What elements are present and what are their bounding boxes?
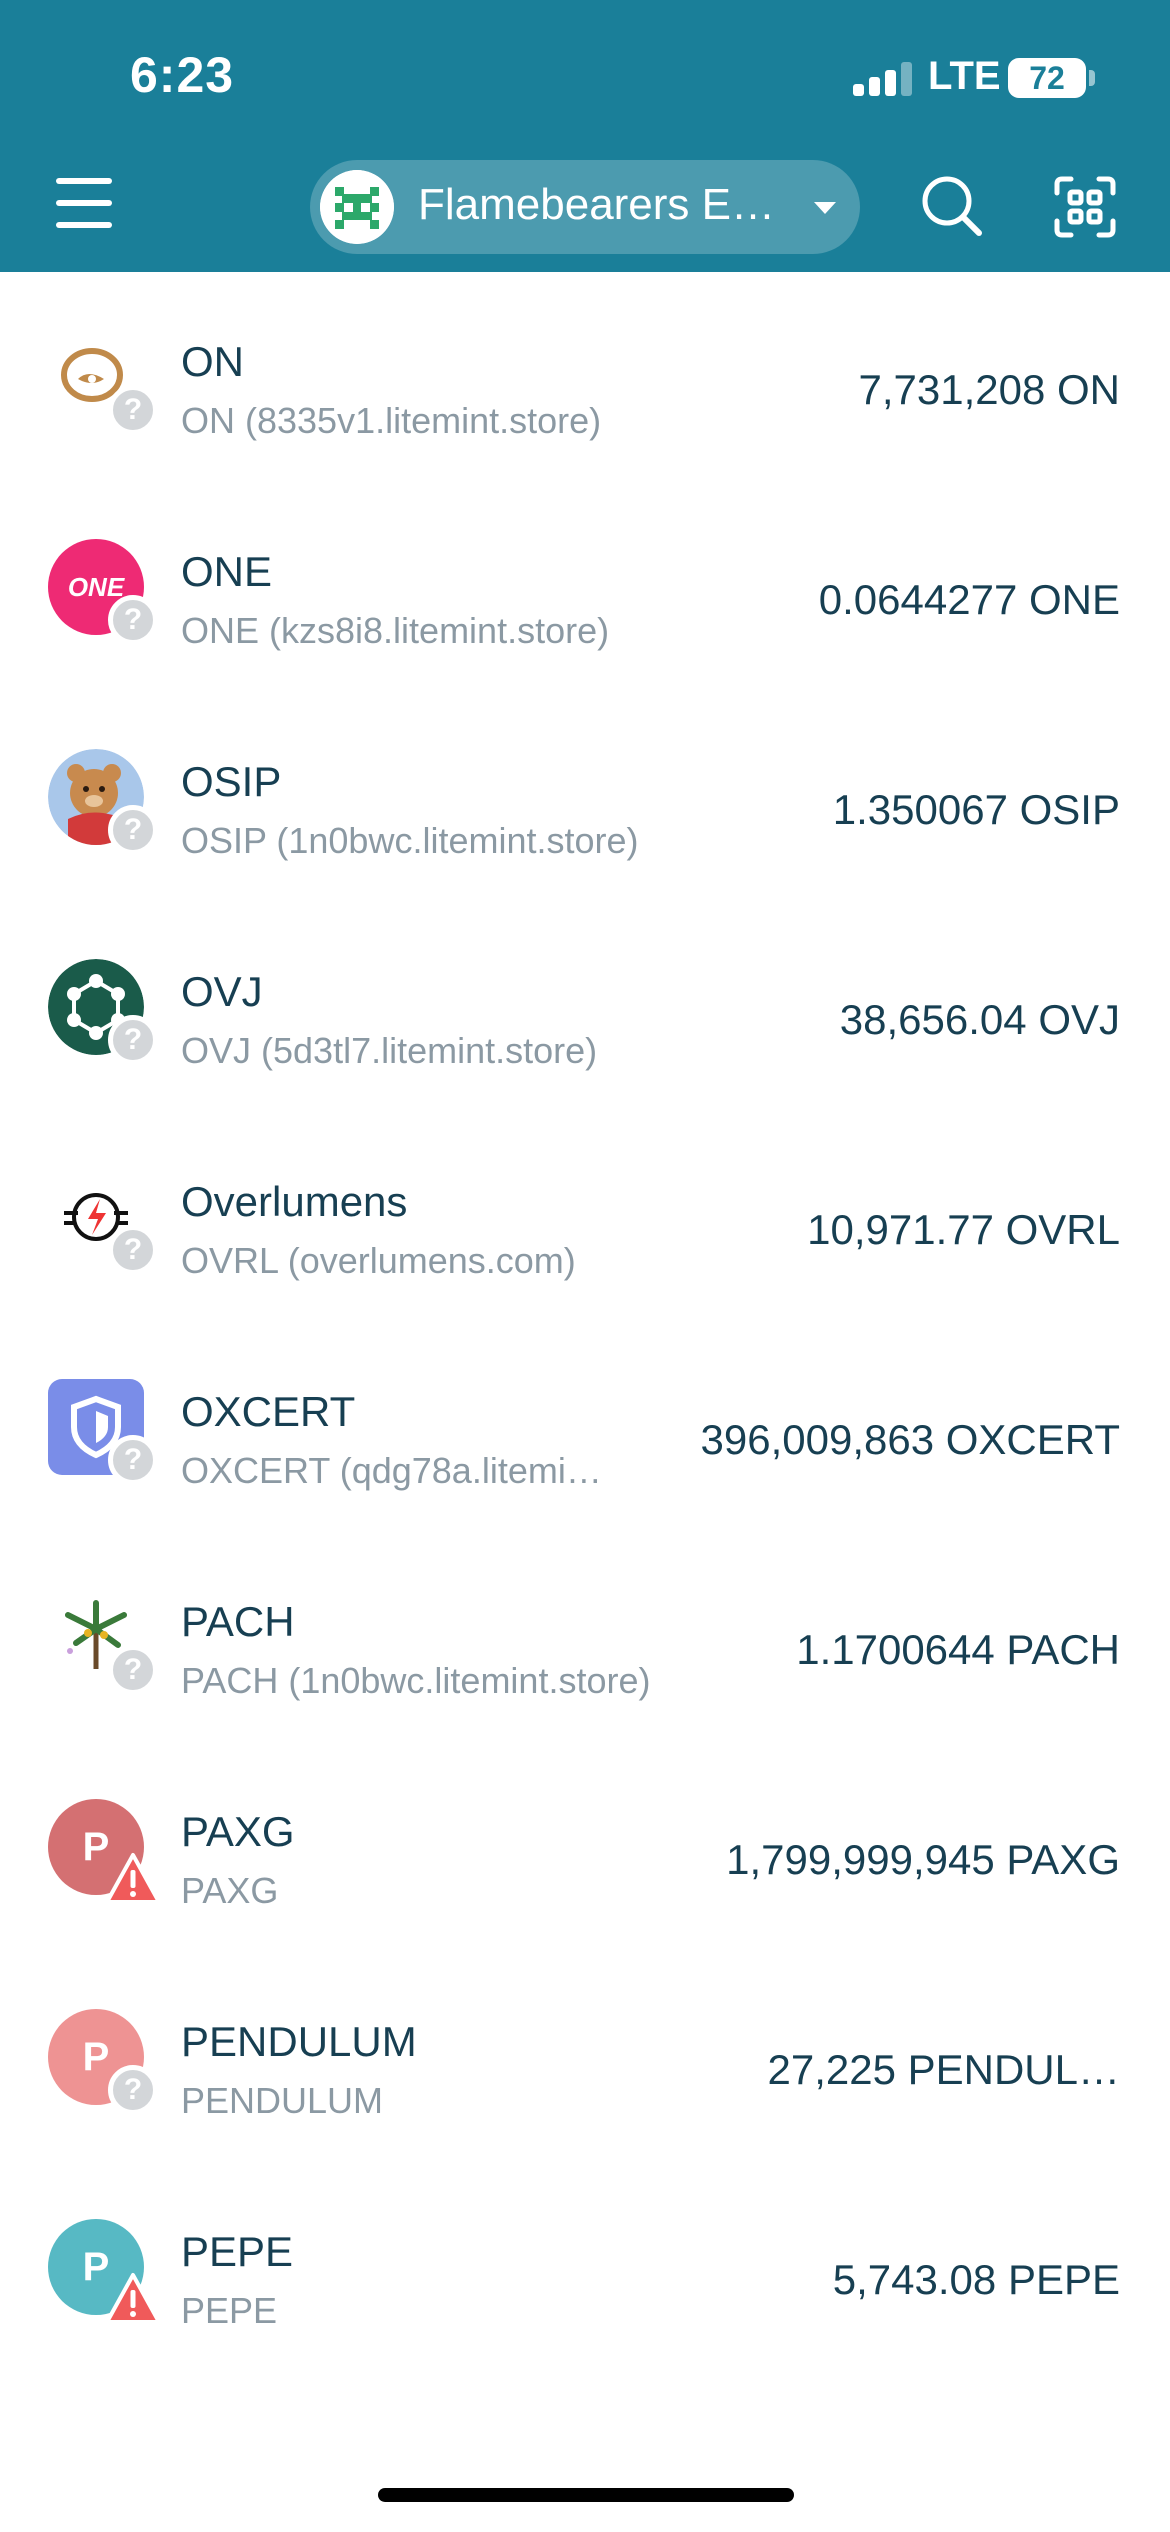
token-balance: 0.0644277 ONE [818,576,1120,623]
token-balance: 5,743.08 PEPE [832,2256,1120,2303]
cellular-signal-icon [853,62,913,96]
account-name: Flamebearers E… [418,180,776,229]
warning-icon [105,1853,161,1904]
token-row[interactable]: P PAXG PAXG 1,799,999,945 PAXG [0,1742,1170,1952]
unknown-asset-icon: ? [108,1225,158,1275]
unknown-asset-icon: ? [108,2065,158,2115]
token-name: ON [181,338,244,385]
unknown-asset-icon: ? [108,1015,158,1065]
token-issuer: OXCERT (qdg78a.litemi… [181,1450,602,1491]
token-name: PAXG [181,1808,295,1855]
token-issuer: ONE (kzs8i8.litemint.store) [181,610,610,651]
battery-icon [1089,70,1095,86]
qr-scan-icon[interactable] [1054,176,1116,238]
account-avatar [320,170,394,244]
app-header: 6:23 LTE 72 Flamebearers E… [0,0,1170,272]
token-balance: 1,799,999,945 PAXG [726,1836,1120,1883]
unknown-asset-icon: ? [108,595,158,645]
token-row[interactable]: ? OXCERT OXCERT (qdg78a.litemi… 396,009,… [0,1322,1170,1532]
token-balance: 7,731,208 ON [858,366,1120,413]
token-name: OVJ [181,968,263,1015]
search-icon[interactable] [918,172,984,238]
token-issuer: PAXG [181,1870,279,1911]
token-balance: 1.350067 OSIP [832,786,1120,833]
home-indicator[interactable] [378,2488,794,2502]
token-balance: 27,225 PENDUL… [767,2046,1120,2093]
token-issuer: PACH (1n0bwc.litemint.store) [181,1660,651,1701]
token-balance: 396,009,863 OXCERT [700,1416,1121,1463]
battery-level: 72 [1008,58,1086,98]
token-balance: 1.1700644 PACH [796,1626,1120,1673]
token-row[interactable]: P ? PENDULUM PENDULUM 27,225 PENDUL… [0,1952,1170,2162]
token-name: PEPE [181,2228,294,2275]
token-issuer: OVRL (overlumens.com) [181,1240,576,1281]
unknown-asset-icon: ? [108,1435,158,1485]
token-row[interactable]: ? ON ON (8335v1.litemint.store) 7,731,20… [0,272,1170,482]
token-balance: 38,656.04 OVJ [839,996,1120,1043]
token-name: OXCERT [181,1388,356,1435]
unknown-asset-icon: ? [108,385,158,435]
account-selector[interactable]: Flamebearers E… [310,160,860,254]
unknown-asset-icon: ? [108,1645,158,1695]
hamburger-menu-icon[interactable] [56,178,112,228]
token-issuer: OSIP (1n0bwc.litemint.store) [181,820,639,861]
token-name: Overlumens [181,1178,408,1225]
token-name: PENDULUM [181,2018,417,2065]
network-type: LTE [928,54,1001,98]
token-name: PACH [181,1598,295,1645]
token-issuer: ON (8335v1.litemint.store) [181,400,602,441]
token-balance: 10,971.77 OVRL [807,1206,1120,1253]
token-row[interactable]: P PEPE PEPE 5,743.08 PEPE [0,2162,1170,2372]
warning-icon [105,2273,161,2324]
token-row[interactable]: ? Overlumens OVRL (overlumens.com) 10,97… [0,1112,1170,1322]
token-issuer: OVJ (5d3tl7.litemint.store) [181,1030,598,1071]
unknown-asset-icon: ? [108,805,158,855]
token-row[interactable]: ? OVJ OVJ (5d3tl7.litemint.store) 38,656… [0,902,1170,1112]
token-row[interactable]: ? OSIP OSIP (1n0bwc.litemint.store) 1.35… [0,692,1170,902]
token-row[interactable]: ? PACH PACH (1n0bwc.litemint.store) 1.17… [0,1532,1170,1742]
token-name: ONE [181,548,273,595]
token-issuer: PEPE [181,2290,278,2331]
token-issuer: PENDULUM [181,2080,384,2121]
token-row[interactable]: ONE ? ONE ONE (kzs8i8.litemint.store) 0.… [0,482,1170,692]
status-time: 6:23 [130,47,235,103]
token-name: OSIP [181,758,282,805]
chevron-down-icon [814,202,836,214]
